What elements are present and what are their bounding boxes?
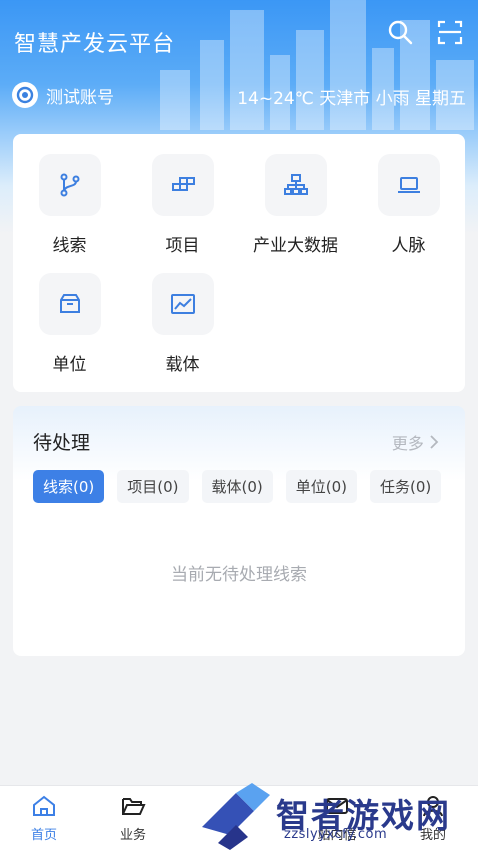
menu-label: 线索: [52, 236, 87, 256]
tab-units[interactable]: 单位(0): [285, 470, 357, 503]
app-title: 智慧产发云平台: [14, 32, 176, 57]
search-icon[interactable]: [386, 18, 414, 46]
menu-label: 项目: [165, 236, 200, 256]
menu-label: 人脉: [391, 236, 426, 256]
account-switcher[interactable]: 测试账号: [12, 82, 114, 108]
pending-tabs: 线索(0) 项目(0) 载体(0) 单位(0) 任务(0): [33, 470, 442, 503]
tab-tasks[interactable]: 任务(0): [370, 470, 442, 503]
empty-state-text: 当前无待处理线索: [171, 565, 307, 585]
menu-item-industry-data[interactable]: 产业大数据: [239, 154, 352, 256]
watermark-url: zzslyyxcfy.com: [284, 827, 388, 842]
menu-label: 单位: [52, 355, 87, 375]
tabbar-item-home[interactable]: 首页: [9, 794, 79, 843]
tabbar-label: 业务: [119, 828, 146, 843]
more-link[interactable]: 更多: [392, 430, 439, 454]
folder-icon: [120, 798, 146, 822]
home-icon: [31, 795, 57, 822]
menu-item-projects[interactable]: 项目: [126, 154, 239, 256]
weather-info: 14~24℃ 天津市 小雨 星期五: [237, 89, 466, 109]
section-title: 待处理: [33, 432, 91, 454]
tab-clues[interactable]: 线索(0): [33, 470, 105, 503]
scan-icon[interactable]: [436, 18, 464, 46]
more-label: 更多: [391, 434, 424, 453]
account-name: 测试账号: [46, 87, 114, 108]
tab-carriers[interactable]: 载体(0): [201, 470, 273, 503]
chevron-right-icon: [429, 434, 439, 453]
menu-item-carriers[interactable]: 载体: [126, 273, 239, 375]
pending-tasks-card: 待处理 更多 线索(0) 项目(0) 载体(0) 单位(0) 任务(0) 当前无…: [13, 406, 465, 656]
laptop-icon: [377, 154, 440, 216]
menu-item-units[interactable]: 单位: [13, 273, 126, 375]
tab-projects[interactable]: 项目(0): [117, 470, 189, 503]
menu-item-contacts[interactable]: 人脉: [352, 154, 465, 256]
org-chart-icon: [264, 154, 327, 216]
tabbar-item-business[interactable]: 业务: [98, 794, 168, 843]
chart-icon: [151, 273, 214, 335]
menu-item-clues[interactable]: 线索: [13, 154, 126, 256]
box-icon: [38, 273, 101, 335]
menu-label: 产业大数据: [253, 236, 338, 256]
watermark-logo: [202, 783, 270, 850]
feature-menu-card: 线索 项目 产业大数据 人脉 单位 载体: [13, 134, 465, 392]
tabbar-label: 首页: [30, 828, 57, 843]
blocks-icon: [151, 154, 214, 216]
branch-icon: [38, 154, 101, 216]
menu-label: 载体: [165, 355, 200, 375]
site-watermark: 智者游戏网 zzslyyxcfy.com: [196, 783, 478, 850]
eye-icon: [12, 82, 38, 108]
city-skyline-decoration: [160, 0, 474, 130]
